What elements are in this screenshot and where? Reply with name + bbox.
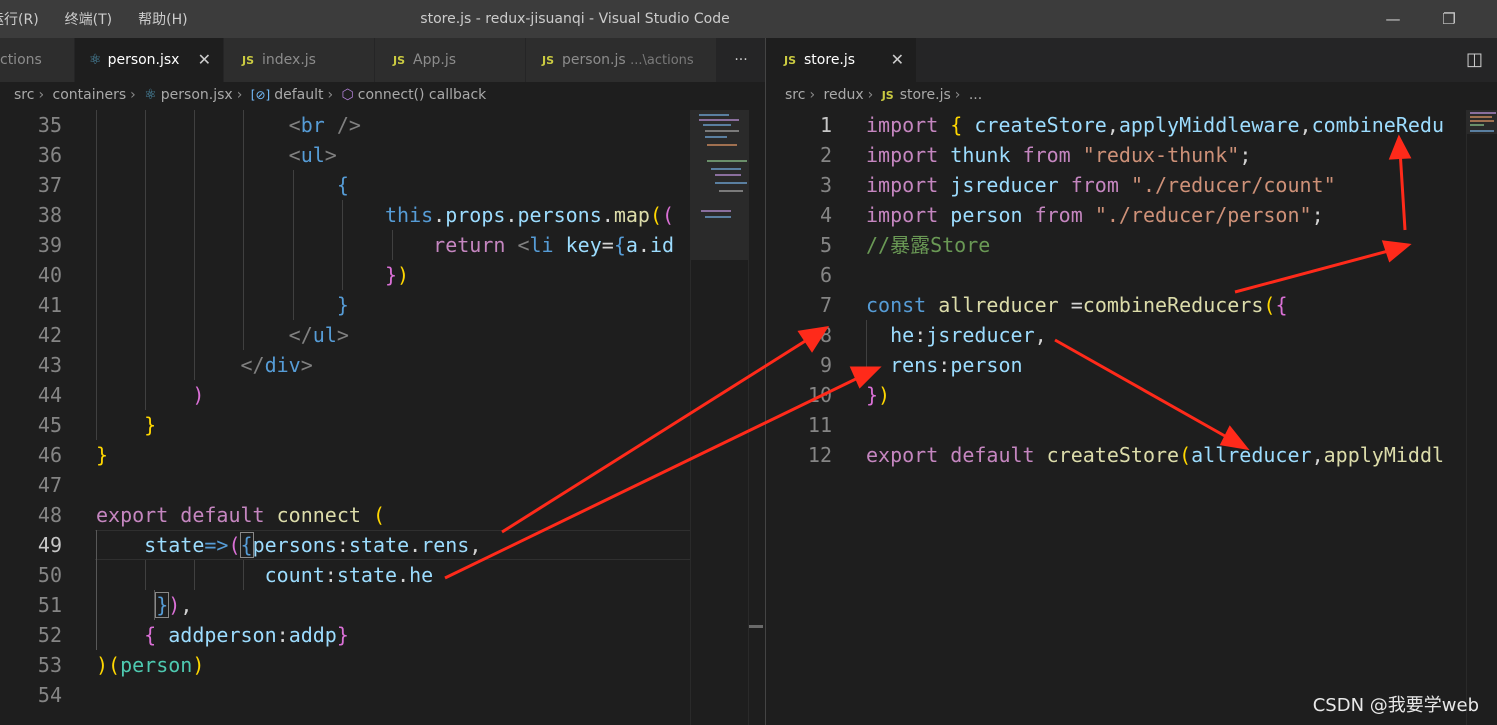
method-cube-icon: ⬡ [341,87,354,103]
js-file-icon: JS [881,89,894,102]
left-tab-bar: ctions ⚛ person.jsx ✕ JS index.js JS App.js… [0,38,765,82]
code-line: const allreducer =combineReducers({ [866,293,1288,317]
tab-store-js[interactable]: JS store.js ✕ [766,38,917,82]
tab-label: App.js [413,52,456,68]
code-line: { addperson:addp} [144,623,349,647]
code-lines: import { createStore,applyMiddleware,com… [866,110,1466,470]
right-minimap[interactable] [1466,110,1497,725]
code-line: rens:person [890,353,1023,377]
code-line: ) [192,383,205,407]
code-line: } [336,293,349,317]
code-line: export default createStore(allreducer,ap… [866,443,1445,467]
right-code-editor[interactable]: 1 2 3 4 5 6 7 8 9 10 11 12 import { crea… [766,110,1466,725]
breadcrumb-right: src › redux › JS store.js › ... [766,82,1497,110]
tab-app-js[interactable]: JS App.js [375,38,526,82]
react-icon: ⚛ [144,87,157,103]
line-number-gutter: 1 2 3 4 5 6 7 8 9 10 11 12 [807,113,832,467]
code-line: }) [866,383,891,407]
close-icon[interactable]: ✕ [198,38,211,82]
code-line: { [336,173,349,197]
close-icon[interactable]: ✕ [891,38,904,82]
watermark: CSDN @我要学web [1312,695,1479,716]
code-line: }) [384,263,410,287]
left-minimap[interactable] [690,110,749,725]
tab-label: person.js [562,52,626,68]
js-file-icon: JS [242,54,255,67]
tab-person-jsx[interactable]: ⚛ person.jsx ✕ [75,38,224,82]
code-line: } [144,413,157,437]
code-line: return <li key={a.id [433,233,675,257]
code-line: import { createStore,applyMiddleware,com… [866,113,1445,137]
code-line: } [96,443,109,467]
line-number-gutter: 35 36 37 38 39 40 41 42 43 44 45 46 47 4… [37,113,62,707]
code-line: export default connect ( [96,503,386,527]
tab-label: store.js [804,52,856,68]
symbol-variable-icon: [⊘] [250,88,271,102]
minimize-button[interactable]: — [1370,0,1416,38]
breadcrumb-item[interactable]: store.js [900,87,951,103]
code-line: </ul> [288,323,349,347]
tab-label: person.jsx [107,52,180,68]
left-scrollbar[interactable] [748,110,763,725]
code-line: )(person) [96,653,205,677]
left-code-editor[interactable]: 35 36 37 38 39 40 41 42 43 44 45 46 47 4… [0,110,690,725]
breadcrumb-item[interactable]: src [785,87,805,103]
breadcrumb-item[interactable]: redux [824,87,864,103]
code-line: import jsreducer from "./reducer/count" [866,173,1336,197]
js-file-icon: JS [784,54,797,67]
restore-button[interactable]: ❐ [1426,0,1472,38]
code-line: //暴露Store [866,233,991,257]
code-line: }), [155,592,193,618]
code-line: <ul> [288,143,337,167]
minimap-slider[interactable] [691,110,749,260]
breadcrumb-item[interactable]: src [14,87,34,103]
breadcrumb-item[interactable]: person.jsx [161,87,233,103]
breadcrumb-item[interactable]: connect() callback [358,87,487,103]
more-tabs-button[interactable]: ··· [717,38,765,82]
code-line: he:jsreducer, [890,323,1047,347]
js-file-icon: JS [393,54,406,67]
right-tab-bar: JS store.js ✕ ◫ [766,38,1497,82]
code-line: <br /> [288,113,361,137]
tab-path-hint: ...\actions [630,53,694,68]
js-file-icon: JS [542,54,555,67]
window-title: store.js - redux-jisuanqi - Visual Studi… [420,11,730,27]
code-lines: <br /> <ul> { this.props.persons.map(( r… [96,110,690,710]
code-line: this.props.persons.map(( [384,203,675,227]
code-line: import thunk from "redux-thunk"; [866,143,1252,167]
code-line: state=>({persons:state.rens, [144,532,482,558]
breadcrumb-item[interactable]: containers [53,87,127,103]
tab-person-js-actions[interactable]: JS person.js ...\actions [526,38,717,82]
split-editor-icon[interactable]: ◫ [1466,38,1483,82]
code-line: </div> [240,353,313,377]
title-bar: 运行(R) 终端(T) 帮助(H) store.js - redux-jisua… [0,0,1497,38]
breadcrumb-item[interactable]: default [274,87,323,103]
tab-index-js[interactable]: JS index.js [224,38,375,82]
tab-label: ctions [0,52,42,68]
react-icon: ⚛ [89,52,102,68]
tab-actions[interactable]: ctions [0,38,75,82]
code-line: count:state.he [264,563,434,587]
breadcrumb-item[interactable]: ... [969,87,982,103]
tab-label: index.js [262,52,316,68]
code-line: import person from "./reducer/person"; [866,203,1324,227]
breadcrumb-left: src › containers › ⚛ person.jsx › [⊘] default… [0,82,765,110]
